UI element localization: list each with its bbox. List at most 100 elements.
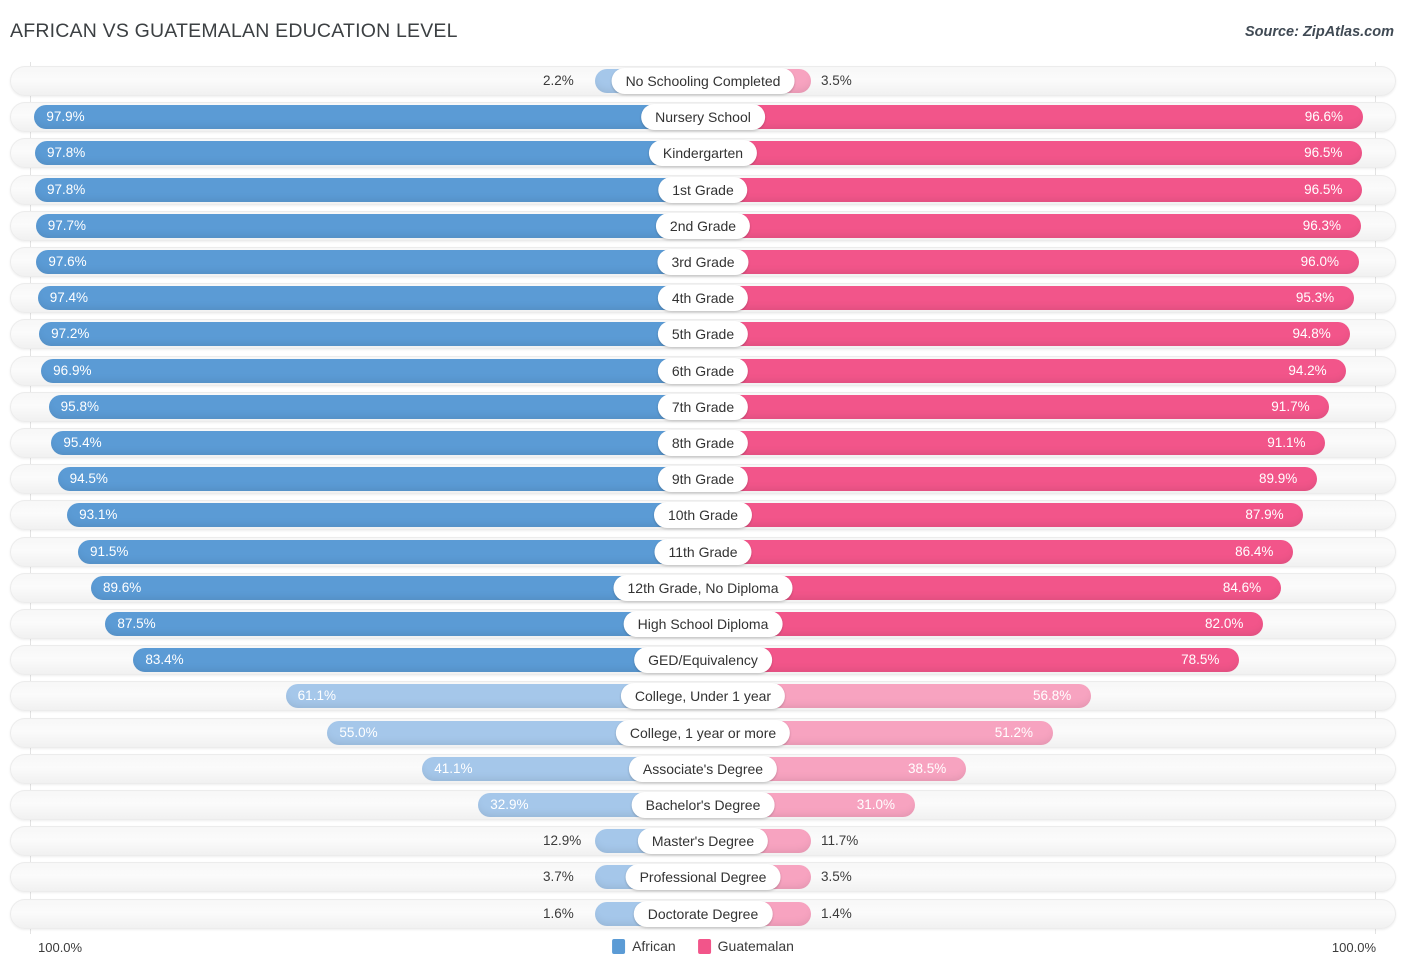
value-label-guatemalan: 96.5% bbox=[1304, 181, 1343, 197]
bar-guatemalan[interactable] bbox=[703, 141, 1363, 166]
value-label-guatemalan: 82.0% bbox=[1205, 616, 1244, 631]
chart-row: 12.9% 11.7% Master's Degree bbox=[10, 826, 1396, 857]
category-label-pill[interactable]: 8th Grade bbox=[657, 430, 749, 456]
bar-african[interactable] bbox=[35, 213, 703, 238]
value-label-african: 89.6% bbox=[103, 579, 142, 595]
category-label-pill[interactable]: 1st Grade bbox=[658, 176, 748, 203]
bar-african[interactable] bbox=[105, 612, 703, 636]
category-label-pill[interactable]: College, 1 year or more bbox=[615, 719, 791, 746]
category-label-pill[interactable]: No Schooling Completed bbox=[611, 68, 795, 94]
category-label-pill[interactable]: Bachelor's Degree bbox=[631, 792, 775, 818]
category-label-pill[interactable]: 9th Grade bbox=[657, 466, 749, 493]
value-label-african: 91.5% bbox=[90, 543, 129, 559]
bar-african[interactable] bbox=[39, 322, 703, 347]
chart-row: 87.5% 82.0% High School Diploma bbox=[10, 609, 1396, 639]
legend-label-guatemalan: Guatemalan bbox=[717, 938, 794, 954]
value-label-african: 97.2% bbox=[51, 326, 90, 342]
category-label-pill[interactable]: 7th Grade bbox=[657, 393, 749, 420]
bar-african[interactable] bbox=[36, 250, 703, 274]
value-label-guatemalan: 94.2% bbox=[1288, 362, 1327, 378]
value-label-african: 41.1% bbox=[434, 760, 473, 776]
bar-guatemalan[interactable] bbox=[703, 648, 1240, 673]
category-label-pill[interactable]: 3rd Grade bbox=[657, 249, 749, 275]
page-header: AFRICAN VS GUATEMALAN EDUCATION LEVEL So… bbox=[0, 0, 1406, 62]
category-label-pill[interactable]: 10th Grade bbox=[653, 502, 753, 529]
category-label-pill[interactable]: High School Diploma bbox=[623, 611, 783, 637]
bar-guatemalan[interactable] bbox=[703, 177, 1363, 202]
bar-guatemalan[interactable] bbox=[703, 394, 1330, 419]
bar-african[interactable] bbox=[37, 286, 703, 311]
category-label-pill[interactable]: Nursery School bbox=[641, 104, 765, 131]
bar-african[interactable] bbox=[35, 141, 703, 166]
legend-item-guatemalan[interactable]: Guatemalan bbox=[697, 938, 794, 954]
value-label-african: 95.8% bbox=[60, 398, 99, 414]
category-label-pill[interactable]: 4th Grade bbox=[657, 285, 749, 312]
value-label-guatemalan: 91.7% bbox=[1271, 398, 1310, 414]
category-label-pill[interactable]: 6th Grade bbox=[657, 357, 749, 384]
value-label-guatemalan: 3.5% bbox=[821, 73, 852, 88]
category-label-pill[interactable]: 11th Grade bbox=[654, 538, 752, 565]
bar-african[interactable] bbox=[57, 467, 703, 492]
bar-guatemalan[interactable] bbox=[703, 250, 1359, 274]
bar-guatemalan[interactable] bbox=[703, 467, 1318, 492]
bar-guatemalan[interactable] bbox=[703, 431, 1326, 455]
bar-african[interactable] bbox=[91, 575, 703, 600]
bar-african[interactable] bbox=[34, 105, 703, 130]
chart-row: 95.4% 91.1% 8th Grade bbox=[10, 428, 1396, 458]
bar-african[interactable] bbox=[41, 358, 703, 383]
bar-african[interactable] bbox=[35, 177, 703, 202]
category-label-pill[interactable]: Doctorate Degree bbox=[633, 900, 773, 927]
value-label-guatemalan: 11.7% bbox=[821, 833, 859, 849]
category-label-pill[interactable]: 12th Grade, No Diploma bbox=[613, 574, 793, 601]
category-label-pill[interactable]: Master's Degree bbox=[637, 828, 769, 855]
value-label-african: 32.9% bbox=[490, 797, 529, 812]
bar-guatemalan[interactable] bbox=[703, 612, 1264, 636]
bar-guatemalan[interactable] bbox=[703, 213, 1361, 238]
category-label-pill[interactable]: College, Under 1 year bbox=[620, 683, 786, 710]
chart-row: 93.1% 87.9% 10th Grade bbox=[10, 500, 1396, 531]
bar-african[interactable] bbox=[133, 648, 703, 673]
value-label-african: 97.8% bbox=[47, 181, 86, 197]
bar-guatemalan[interactable] bbox=[703, 358, 1347, 383]
value-label-african: 97.7% bbox=[47, 217, 86, 233]
chart-row: 3.7% 3.5% Professional Degree bbox=[10, 862, 1396, 893]
bar-african[interactable] bbox=[48, 394, 703, 419]
value-label-guatemalan: 51.2% bbox=[994, 724, 1033, 740]
category-label-pill[interactable]: 5th Grade bbox=[657, 321, 749, 348]
value-label-guatemalan: 56.8% bbox=[1032, 688, 1072, 704]
value-label-guatemalan: 38.5% bbox=[907, 760, 947, 776]
value-label-african: 93.1% bbox=[79, 507, 118, 523]
chart-row: 97.8% 96.5% Kindergarten bbox=[10, 138, 1396, 169]
chart-page: AFRICAN VS GUATEMALAN EDUCATION LEVEL So… bbox=[0, 0, 1406, 975]
bar-guatemalan[interactable] bbox=[703, 539, 1294, 564]
value-label-guatemalan: 94.8% bbox=[1292, 326, 1331, 342]
bar-african[interactable] bbox=[51, 431, 703, 455]
category-label-pill[interactable]: Associate's Degree bbox=[628, 755, 778, 782]
category-label-pill[interactable]: 2nd Grade bbox=[655, 212, 751, 239]
chart-row: 1.6% 1.4% Doctorate Degree bbox=[10, 898, 1396, 929]
value-label-guatemalan: 96.3% bbox=[1302, 217, 1341, 233]
bar-african[interactable] bbox=[78, 539, 703, 564]
legend-swatch-guatemalan-icon bbox=[697, 938, 711, 954]
chart-row: 97.8% 96.5% 1st Grade bbox=[10, 174, 1396, 205]
legend-item-african[interactable]: African bbox=[612, 938, 676, 954]
value-label-african: 55.0% bbox=[339, 724, 378, 740]
category-label-pill[interactable]: Professional Degree bbox=[625, 864, 781, 891]
bar-african[interactable] bbox=[67, 503, 703, 528]
value-label-guatemalan: 84.6% bbox=[1222, 579, 1262, 595]
value-label-african: 12.9% bbox=[543, 833, 582, 849]
bar-guatemalan[interactable] bbox=[703, 322, 1351, 347]
category-label-pill[interactable]: GED/Equivalency bbox=[634, 647, 772, 674]
chart-footer: 100.0% African Guatemalan 100.0% bbox=[0, 934, 1406, 975]
chart-row: 97.4% 95.3% 4th Grade bbox=[10, 283, 1396, 314]
chart-row: 55.0% 51.2% College, 1 year or more bbox=[10, 717, 1396, 748]
chart-row: 83.4% 78.5% GED/Equivalency bbox=[10, 645, 1396, 676]
value-label-african: 97.4% bbox=[49, 290, 89, 306]
value-label-african: 97.8% bbox=[47, 145, 86, 161]
bar-guatemalan[interactable] bbox=[703, 286, 1354, 311]
chart-row: 95.8% 91.7% 7th Grade bbox=[10, 391, 1396, 422]
category-label-pill[interactable]: Kindergarten bbox=[648, 140, 758, 167]
chart-row: 96.9% 94.2% 6th Grade bbox=[10, 355, 1396, 386]
bar-guatemalan[interactable] bbox=[703, 503, 1304, 528]
bar-guatemalan[interactable] bbox=[703, 105, 1363, 130]
